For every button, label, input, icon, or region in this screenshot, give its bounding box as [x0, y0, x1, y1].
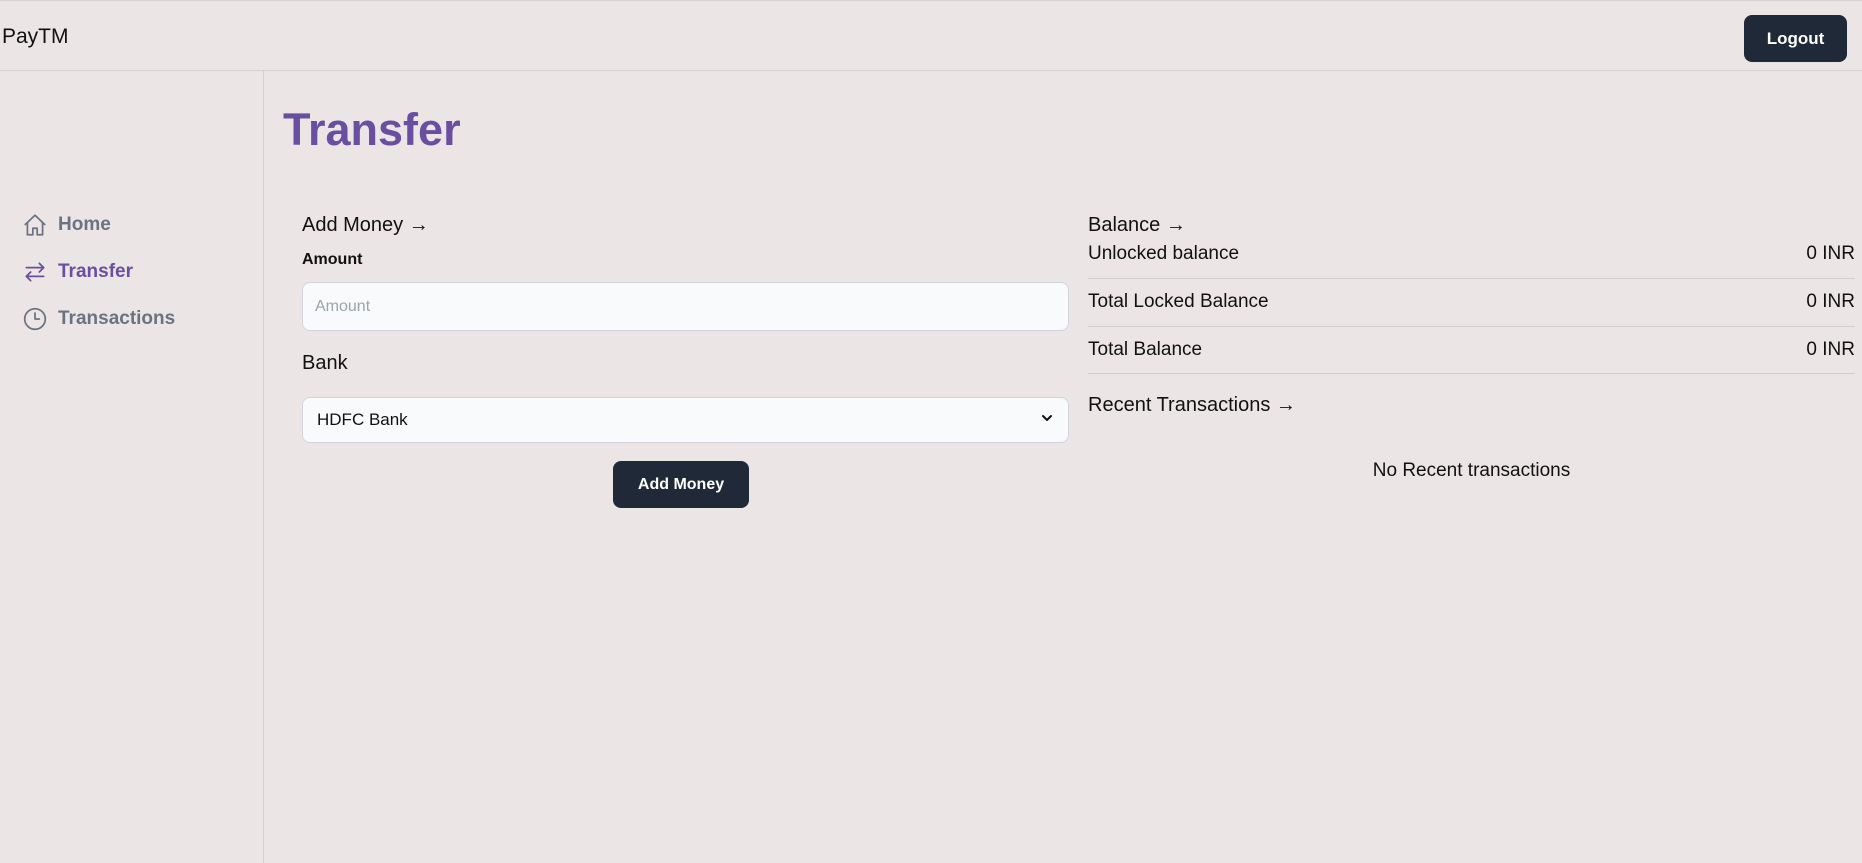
sidebar-item-home[interactable]: Home	[22, 210, 111, 240]
balance-row-label: Total Locked Balance	[1088, 291, 1269, 312]
divider	[1088, 373, 1855, 374]
logout-button[interactable]: Logout	[1744, 15, 1847, 62]
add-money-heading: Add Money →	[302, 214, 429, 236]
page-title: Transfer	[283, 104, 461, 155]
bank-select[interactable]: HDFC Bank	[302, 397, 1069, 443]
balance-row-value: 0 INR	[1806, 339, 1855, 360]
sidebar-item-transfer[interactable]: Transfer	[22, 257, 133, 287]
top-bar: PayTM Logout	[0, 0, 1862, 71]
add-money-button[interactable]: Add Money	[613, 461, 749, 508]
balance-row-value: 0 INR	[1806, 243, 1855, 264]
bank-label: Bank	[302, 352, 348, 374]
no-transactions-message: No Recent transactions	[1372, 460, 1571, 481]
balance-row-label: Unlocked balance	[1088, 243, 1240, 264]
bank-selected-value: HDFC Bank	[317, 410, 408, 429]
balance-row-total: Total Balance 0 INR	[1088, 326, 1855, 374]
sidebar-item-transactions[interactable]: Transactions	[22, 304, 175, 334]
balance-row-unlocked: Unlocked balance 0 INR	[1088, 230, 1855, 278]
home-icon	[22, 212, 48, 238]
sidebar-item-label: Transactions	[58, 308, 176, 329]
balance-row-label: Total Balance	[1088, 339, 1203, 360]
balance-row-value: 0 INR	[1806, 291, 1855, 312]
clock-icon	[22, 306, 48, 332]
sidebar: Home Transfer Transactions	[0, 71, 264, 863]
balance-row-locked: Total Locked Balance 0 INR	[1088, 278, 1855, 326]
recent-transactions-heading: Recent Transactions →	[1088, 394, 1296, 416]
sidebar-item-label: Home	[58, 214, 111, 235]
amount-label: Amount	[302, 251, 363, 268]
transfer-arrows-icon	[22, 259, 48, 285]
sidebar-item-label: Transfer	[58, 261, 133, 282]
brand-logo: PayTM	[2, 25, 69, 48]
amount-input[interactable]	[302, 282, 1069, 331]
chevron-down-icon	[1040, 410, 1054, 430]
